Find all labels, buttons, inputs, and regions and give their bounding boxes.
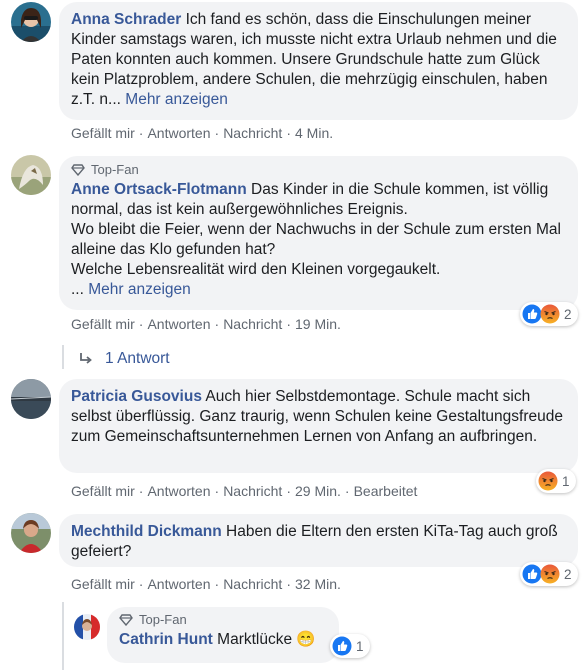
- avatar[interactable]: [11, 2, 51, 42]
- edited-label: Bearbeitet: [353, 483, 418, 499]
- show-more-link[interactable]: Mehr anzeigen: [88, 281, 191, 298]
- thread-line: [62, 345, 64, 369]
- reaction-count: 1: [356, 638, 364, 654]
- top-fan-badge: Top-Fan: [71, 162, 566, 178]
- diamond-icon: [119, 614, 133, 626]
- thread-line: [62, 602, 64, 670]
- avatar[interactable]: [11, 379, 51, 419]
- like-reaction-icon: [332, 636, 352, 656]
- reply-text: Marktlücke: [212, 631, 293, 648]
- comment-actions: Gefällt mir · Antworten · Nachricht · 4 Min.: [71, 125, 334, 141]
- avatar[interactable]: [74, 614, 100, 640]
- reaction-summary[interactable]: 2: [520, 562, 578, 586]
- comment-bubble: Anna Schrader Ich fand es schön, dass di…: [59, 2, 578, 120]
- avatar[interactable]: [11, 155, 51, 195]
- reply-link[interactable]: Antworten: [147, 483, 210, 499]
- reaction-summary[interactable]: 1: [330, 634, 370, 658]
- like-link[interactable]: Gefällt mir: [71, 576, 135, 592]
- comment-bubble: Patricia Gusovius Auch hier Selbstdemont…: [59, 379, 578, 473]
- comment-bubble: Top-Fan Anne Ortsack-Flotmann Das Kinder…: [59, 156, 578, 310]
- grin-emoji: 😁: [296, 631, 316, 648]
- reply-link[interactable]: Antworten: [147, 576, 210, 592]
- view-replies-link[interactable]: 1 Antwort: [79, 350, 170, 368]
- angry-reaction-icon: [540, 304, 560, 324]
- like-reaction-icon: [522, 304, 542, 324]
- comment-author[interactable]: Anne Ortsack-Flotmann: [71, 181, 247, 198]
- message-link[interactable]: Nachricht: [223, 483, 282, 499]
- badge-label: Top-Fan: [91, 162, 139, 177]
- comment-actions: Gefällt mir · Antworten · Nachricht · 19 Min.: [71, 316, 341, 332]
- show-more-link[interactable]: Mehr anzeigen: [125, 91, 228, 108]
- timestamp[interactable]: 4 Min.: [295, 125, 333, 141]
- badge-label: Top-Fan: [139, 612, 187, 627]
- like-link[interactable]: Gefällt mir: [71, 483, 135, 499]
- comment-actions: Gefällt mir · Antworten · Nachricht · 29 Min. ·…: [71, 483, 418, 499]
- message-link[interactable]: Nachricht: [223, 125, 282, 141]
- reaction-summary[interactable]: 1: [536, 469, 576, 493]
- comment-actions: Gefällt mir · Antworten · Nachricht · 32 Min.: [71, 576, 341, 592]
- timestamp[interactable]: 19 Min.: [295, 316, 341, 332]
- reply-link[interactable]: Antworten: [147, 316, 210, 332]
- reaction-count: 1: [562, 473, 570, 489]
- top-fan-badge: Top-Fan: [119, 612, 327, 628]
- angry-reaction-icon: [540, 564, 560, 584]
- comment-text-line: Wo bleibt die Feier, wenn der Nachwuchs …: [71, 221, 561, 258]
- reaction-count: 2: [564, 566, 572, 582]
- diamond-icon: [71, 164, 85, 176]
- message-link[interactable]: Nachricht: [223, 576, 282, 592]
- message-link[interactable]: Nachricht: [223, 316, 282, 332]
- reply-arrow-icon: [80, 353, 92, 364]
- replies-count: 1 Antwort: [105, 350, 170, 367]
- angry-reaction-icon: [538, 471, 558, 491]
- ellipsis: ...: [71, 281, 84, 298]
- comment-author[interactable]: Mechthild Dickmann: [71, 523, 222, 540]
- comment-bubble: Mechthild Dickmann Haben die Eltern den …: [59, 514, 578, 567]
- avatar[interactable]: [11, 513, 51, 553]
- comment-author[interactable]: Anna Schrader: [71, 11, 181, 28]
- like-link[interactable]: Gefällt mir: [71, 125, 135, 141]
- timestamp[interactable]: 29 Min.: [295, 483, 341, 499]
- comment-text-line: Welche Lebensrealität wird den Kleinen v…: [71, 261, 441, 278]
- like-reaction-icon: [522, 564, 542, 584]
- reaction-summary[interactable]: 2: [520, 302, 578, 326]
- reaction-count: 2: [564, 306, 572, 322]
- timestamp[interactable]: 32 Min.: [295, 576, 341, 592]
- reply-author[interactable]: Cathrin Hunt: [119, 631, 213, 648]
- like-link[interactable]: Gefällt mir: [71, 316, 135, 332]
- reply-bubble: Top-Fan Cathrin Hunt Marktlücke 😁: [107, 607, 339, 663]
- comment-author[interactable]: Patricia Gusovius: [71, 388, 202, 405]
- reply-link[interactable]: Antworten: [147, 125, 210, 141]
